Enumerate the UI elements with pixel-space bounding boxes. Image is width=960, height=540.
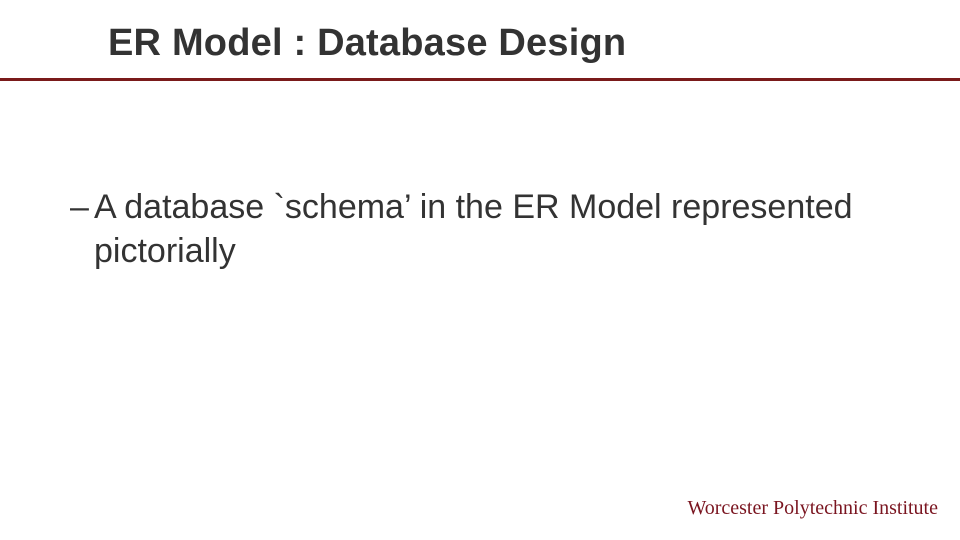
horizontal-rule bbox=[0, 78, 960, 81]
slide-body: – A database `schema’ in the ER Model re… bbox=[70, 186, 870, 273]
footer-institution: Worcester Polytechnic Institute bbox=[687, 497, 938, 520]
bullet-item: – A database `schema’ in the ER Model re… bbox=[70, 186, 870, 273]
bullet-text: A database `schema’ in the ER Model repr… bbox=[94, 186, 870, 273]
title-block: ER Model : Database Design bbox=[0, 22, 960, 65]
slide: ER Model : Database Design – A database … bbox=[0, 0, 960, 540]
slide-title: ER Model : Database Design bbox=[0, 22, 960, 65]
bullet-dash-icon: – bbox=[70, 186, 88, 229]
